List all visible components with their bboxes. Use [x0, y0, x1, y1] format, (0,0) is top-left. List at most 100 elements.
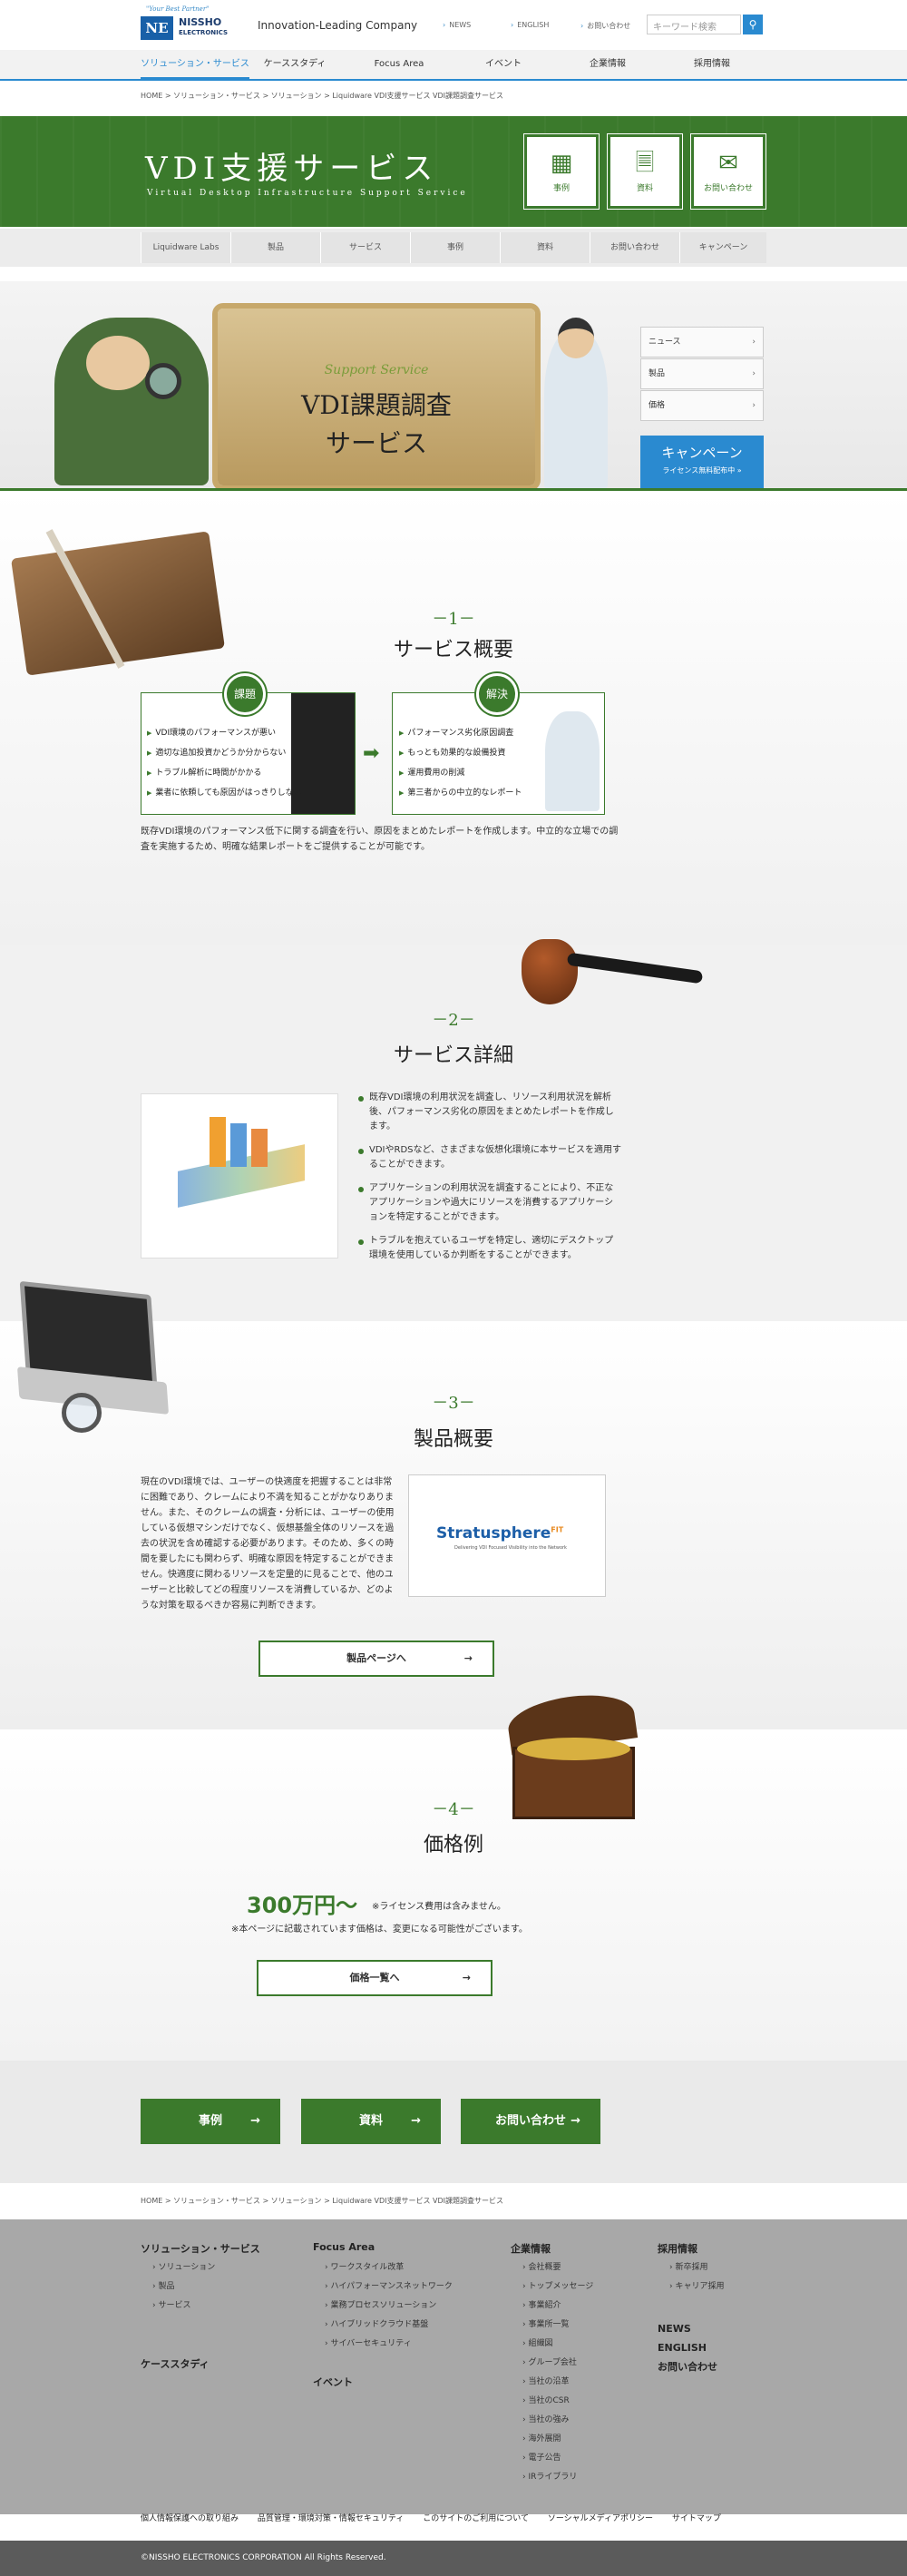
banner-support-label: Support Service: [324, 363, 429, 377]
footer-heading-events[interactable]: イベント: [313, 2375, 353, 2389]
magnifier-icon: [145, 363, 181, 399]
page-nav-products[interactable]: 製品: [640, 358, 764, 389]
footer-social-link[interactable]: ソーシャルメディアポリシー: [548, 2514, 653, 2523]
hero-button-contact[interactable]: ✉ お問い合わせ: [690, 133, 766, 210]
footer-link[interactable]: ソリューション: [152, 2258, 215, 2277]
footer-link[interactable]: 新卒採用: [669, 2258, 724, 2277]
hero-button-label: 事例: [552, 184, 570, 193]
gnav-recruit[interactable]: 採用情報: [671, 50, 753, 79]
solution-person-image: [545, 711, 600, 811]
documents-icon: 🗏: [635, 150, 655, 177]
footer-link[interactable]: グループ会社: [522, 2354, 593, 2373]
footer-link[interactable]: ハイパフォーマンスネットワーク: [325, 2277, 452, 2297]
footer-link[interactable]: 事業紹介: [522, 2297, 593, 2316]
footer-link[interactable]: 当社の沿革: [522, 2373, 593, 2392]
page-nav-price[interactable]: 価格: [640, 390, 764, 421]
top-link-contact[interactable]: お問い合わせ: [580, 21, 630, 31]
search-button[interactable]: ⚲: [743, 15, 763, 34]
gnav-case-study[interactable]: ケーススタディ: [254, 50, 336, 79]
gnav-company[interactable]: 企業情報: [567, 50, 649, 79]
subnav-cases[interactable]: 事例: [410, 232, 500, 263]
breadcrumb-bottom[interactable]: HOME > ソリューション・サービス > ソリューション > Liquidwa…: [141, 2196, 503, 2206]
footer-heading-solutions[interactable]: ソリューション・サービス: [141, 2241, 260, 2256]
footer-privacy-link[interactable]: 個人情報保護への取り組み: [141, 2514, 239, 2523]
grid-doc-icon: ▦: [550, 150, 573, 177]
gnav-events[interactable]: イベント: [463, 50, 544, 79]
footer-link[interactable]: 事業所一覧: [522, 2316, 593, 2335]
hero-button-case[interactable]: ▦ 事例: [523, 133, 600, 210]
search-input[interactable]: キーワード検索: [647, 15, 741, 34]
footer-sitemap-link[interactable]: サイトマップ: [672, 2514, 721, 2523]
details-item: トラブルを抱えているユーザを特定し、適切にデスクトップ環境を使用しているか判断を…: [358, 1234, 621, 1263]
subnav-products[interactable]: 製品: [230, 232, 320, 263]
scroll-banner: Support Service VDI課題調査 サービス: [218, 309, 535, 485]
footer-link[interactable]: 製品: [152, 2277, 215, 2297]
banner-title-line2: サービス: [325, 428, 427, 458]
service-banner: Support Service VDI課題調査 サービス: [0, 281, 907, 490]
footer-bottom-links: 個人情報保護への取り組み 品質管理・環境対策・情報セキュリティ このサイトのご利…: [141, 2512, 721, 2523]
footer-link[interactable]: キャリア採用: [669, 2277, 724, 2297]
footer-link[interactable]: サービス: [152, 2297, 215, 2316]
campaign-button[interactable]: キャンペーン ライセンス無料配布中 »: [640, 436, 764, 488]
cta-contact-button[interactable]: お問い合わせ: [461, 2099, 600, 2144]
footer-link[interactable]: サイバーセキュリティ: [325, 2335, 453, 2354]
price-value: 300万円〜: [247, 1893, 358, 1918]
footer-link[interactable]: 海外展開: [522, 2430, 593, 2449]
subnav-contact[interactable]: お問い合わせ: [590, 232, 679, 263]
vdi-diagram-image: [141, 1093, 338, 1259]
issue-item: 適切な追加投資かどうか分からない: [147, 743, 302, 763]
subnav-docs[interactable]: 資料: [500, 232, 590, 263]
issue-badge: 課題: [224, 673, 266, 715]
footer-heading-recruit[interactable]: 採用情報: [658, 2241, 697, 2256]
footer-link[interactable]: 組織図: [522, 2335, 593, 2354]
sub-nav: Liquidware Labs 製品 サービス 事例 資料 お問い合わせ キャン…: [0, 229, 907, 267]
section-number: －3－: [432, 1394, 475, 1413]
gnav-solutions[interactable]: ソリューション・サービス: [141, 50, 249, 79]
footer-link[interactable]: 電子公告: [522, 2449, 593, 2468]
hero-button-docs[interactable]: 🗏 資料: [607, 133, 683, 210]
gnav-label: ソリューション・サービス: [141, 59, 249, 69]
product-description: 現在のVDI環境では、ユーザーの快適度を把握することは非常に困難であり、クレーム…: [141, 1477, 395, 1611]
company-logo[interactable]: "Your Best Partner" NE NISSHO ELECTRONIC…: [141, 5, 254, 42]
arrow-right-icon: ➡: [363, 742, 380, 765]
footer-link[interactable]: 当社の強み: [522, 2411, 593, 2430]
gnav-focus-area[interactable]: Focus Area: [358, 50, 440, 79]
breadcrumb[interactable]: HOME > ソリューション・サービス > ソリューション > Liquidwa…: [141, 91, 503, 101]
subnav-liquidware[interactable]: Liquidware Labs: [141, 232, 230, 263]
footer-link[interactable]: ハイブリッドクラウド基盤: [325, 2316, 453, 2335]
price-note-license: ※ライセンス費用は含みません。: [372, 1902, 506, 1912]
price-note-change: ※本ページに記載されています価格は、変更になる可能性がございます。: [231, 1925, 528, 1934]
price-list-button[interactable]: 価格一覧へ: [257, 1960, 493, 1996]
cta-docs-button[interactable]: 資料: [301, 2099, 441, 2144]
product-logo-box[interactable]: StratusphereFIT Delivering VDI Focused V…: [408, 1474, 606, 1597]
footer-link[interactable]: 会社概要: [522, 2258, 593, 2277]
footer-link[interactable]: 当社のCSR: [522, 2392, 593, 2411]
logo-name: NISSHO: [179, 16, 222, 28]
footer-heading-focus[interactable]: Focus Area: [313, 2241, 375, 2253]
solution-item: もっとも効果的な設備投資: [399, 743, 522, 763]
top-link-english[interactable]: ENGLISH: [511, 21, 549, 29]
footer-news-link[interactable]: NEWS: [658, 2319, 717, 2338]
footer-link[interactable]: 業務プロセスソリューション: [325, 2297, 453, 2316]
subnav-campaign[interactable]: キャンペーン: [679, 232, 766, 263]
hero-title: VDI支援サービス: [145, 151, 439, 187]
footer-english-link[interactable]: ENGLISH: [658, 2338, 717, 2357]
top-link-news[interactable]: NEWS: [443, 21, 471, 29]
footer-quality-link[interactable]: 品質管理・環境対策・情報セキュリティ: [258, 2514, 404, 2523]
footer-link[interactable]: トップメッセージ: [522, 2277, 593, 2297]
section-price: [0, 1729, 907, 2061]
cta-case-button[interactable]: 事例: [141, 2099, 280, 2144]
solution-list: パフォーマンス劣化原因調査 もっとも効果的な設備投資 運用費用の削減 第三者から…: [399, 723, 522, 803]
footer-heading-company[interactable]: 企業情報: [511, 2241, 551, 2256]
subnav-services[interactable]: サービス: [320, 232, 410, 263]
product-page-button[interactable]: 製品ページへ: [258, 1641, 494, 1677]
footer-terms-link[interactable]: このサイトのご利用について: [423, 2514, 529, 2523]
footer-contact-link[interactable]: お問い合わせ: [658, 2357, 717, 2376]
section-title: 製品概要: [413, 1428, 493, 1451]
page-nav-news[interactable]: ニュース: [640, 327, 764, 358]
footer-list-recruit: 新卒採用 キャリア採用: [669, 2258, 724, 2297]
product-logo-text: Stratusphere: [436, 1524, 551, 1543]
footer-link[interactable]: ワークスタイル改革: [325, 2258, 453, 2277]
footer-link[interactable]: IRライブラリ: [522, 2468, 593, 2487]
footer-heading-case[interactable]: ケーススタディ: [141, 2356, 210, 2371]
